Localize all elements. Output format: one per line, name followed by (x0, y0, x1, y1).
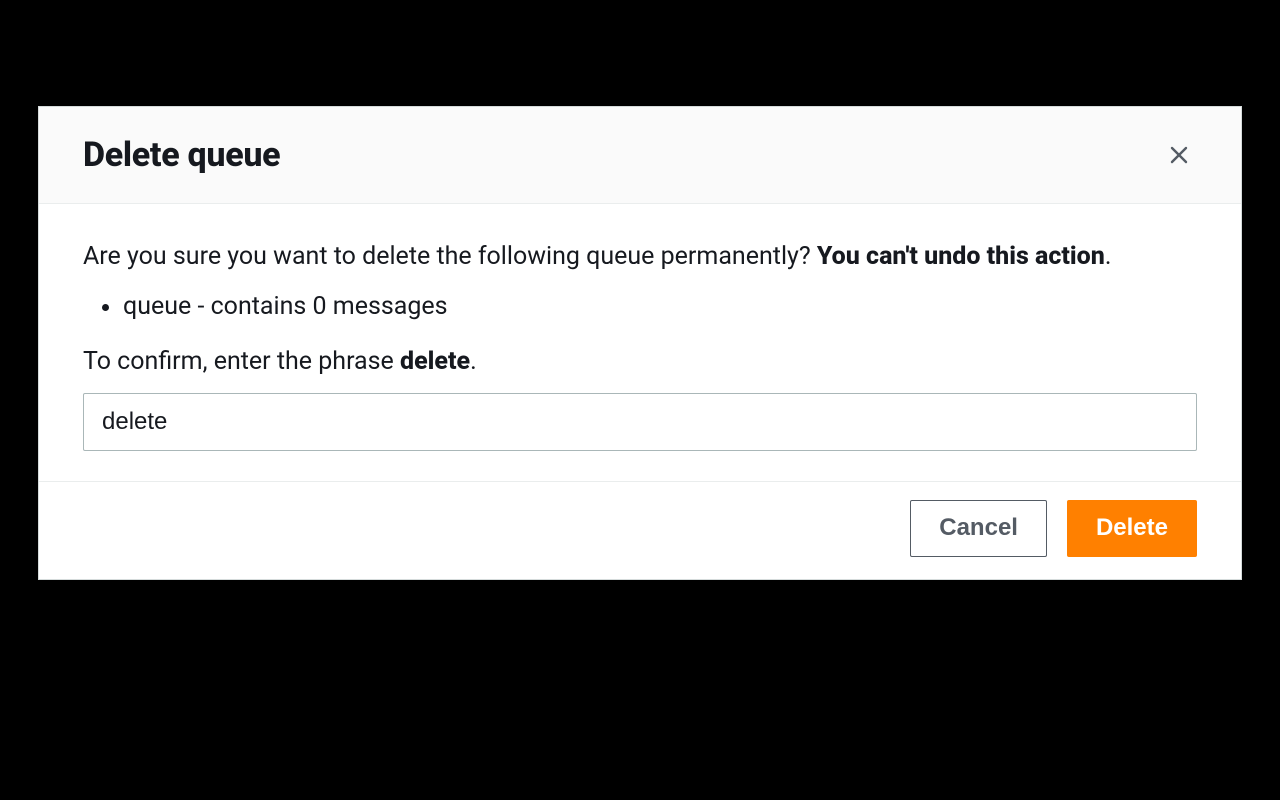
close-icon (1167, 141, 1191, 169)
dialog-title: Delete queue (83, 135, 280, 175)
cancel-button[interactable]: Cancel (910, 500, 1047, 557)
dialog-body: Are you sure you want to delete the foll… (39, 204, 1241, 481)
confirm-pre: To confirm, enter the phrase (83, 347, 400, 376)
warning-question: Are you sure you want to delete the foll… (83, 242, 817, 271)
confirm-input[interactable] (83, 393, 1197, 452)
confirm-post: . (470, 347, 477, 376)
list-item: queue - contains 0 messages (123, 288, 1197, 326)
dialog-footer: Cancel Delete (39, 481, 1241, 579)
delete-queue-dialog: Delete queue Are you sure you want to de… (38, 106, 1242, 580)
dialog-header: Delete queue (39, 107, 1241, 204)
queue-list: queue - contains 0 messages (83, 288, 1197, 326)
confirm-instruction: To confirm, enter the phrase delete. (83, 343, 1197, 381)
confirm-phrase: delete (400, 347, 470, 376)
close-button[interactable] (1161, 137, 1197, 173)
warning-tail: . (1105, 242, 1112, 271)
warning-bold: You can't undo this action (817, 242, 1105, 271)
delete-button[interactable]: Delete (1067, 500, 1197, 557)
warning-text: Are you sure you want to delete the foll… (83, 238, 1197, 276)
